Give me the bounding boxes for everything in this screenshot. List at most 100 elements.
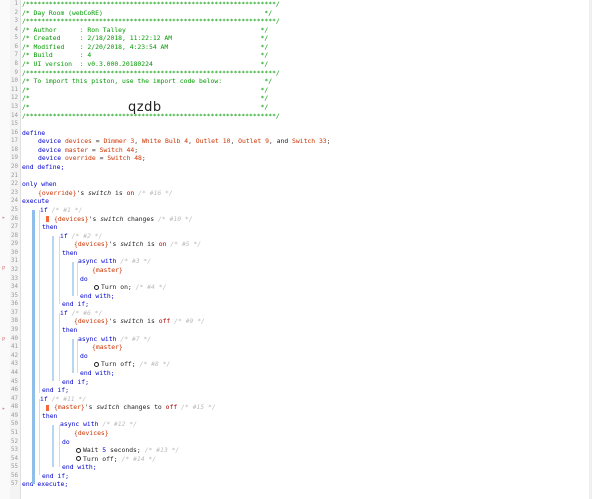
turn-off-14[interactable]: Turn off; /* #14 */: [76, 455, 156, 464]
devices-ref: {devices}: [74, 429, 109, 437]
switch-attribute: switch: [88, 188, 112, 197]
async-with-7[interactable]: async with /* #7 */: [78, 335, 151, 344]
then-1[interactable]: then: [42, 223, 57, 232]
do-7[interactable]: do: [80, 352, 88, 361]
wait-command: Wait: [83, 446, 99, 455]
gutter-mark-24: ▸: [2, 215, 6, 221]
then-6-bar: [72, 339, 74, 373]
if-keyword: if: [60, 231, 68, 240]
line-number: 28: [11, 232, 18, 239]
if-6[interactable]: if /* #6 */: [60, 309, 102, 318]
line-number: 17: [11, 138, 18, 145]
end-execute[interactable]: end execute;: [22, 480, 68, 489]
do-12[interactable]: do: [62, 438, 70, 447]
comment-1: /* #1 */: [51, 205, 83, 214]
device-devices-line[interactable]: device devices = Dimmer 3, White Bulb 4,…: [38, 137, 331, 146]
header-title: /* Day Room (webCoRE) */: [22, 8, 273, 17]
device-switch-33[interactable]: Switch 33: [292, 137, 327, 145]
with-master[interactable]: {master}: [92, 266, 123, 275]
equals-op: =: [95, 154, 108, 163]
line-number: 12: [11, 95, 18, 102]
if-11[interactable]: if /* #11 */: [40, 395, 86, 404]
device-master-line[interactable]: device master = Switch 44;: [38, 146, 138, 155]
device-override-line[interactable]: device override = Switch 48;: [38, 154, 146, 163]
is-op: is: [147, 240, 155, 249]
off-value: off: [158, 317, 171, 326]
do-3[interactable]: do: [80, 275, 88, 284]
line-number: 48: [11, 404, 18, 411]
device-outlet-10[interactable]: Outlet 10: [196, 137, 231, 145]
if-2-guide: [59, 236, 60, 304]
line-number: 40: [11, 335, 18, 342]
then-11[interactable]: then: [42, 412, 57, 421]
possessive: 's: [108, 317, 117, 326]
line-number: 15: [11, 121, 18, 128]
only-when-condition[interactable]: {override}'s switch is on /* #16 */: [38, 189, 173, 198]
end-with-12[interactable]: end with;: [62, 463, 97, 472]
variable-master: master: [64, 145, 89, 154]
then-6[interactable]: then: [62, 326, 77, 335]
condition-devices-on[interactable]: {devices}'s switch is on /* #5 */: [74, 240, 201, 249]
async-12-guide: [59, 425, 60, 467]
device-dimmer-3[interactable]: Dimmer 3: [103, 137, 134, 145]
line-number: 55: [11, 464, 18, 471]
line-number: 20: [11, 164, 18, 171]
header-ui-version: /* UI version : v0.3.000.20180224 */: [22, 60, 269, 69]
turn-off-8[interactable]: Turn off; /* #8 */: [94, 360, 170, 369]
header-import-note: /* To import this piston, use the import…: [22, 77, 273, 86]
condition-devices-off[interactable]: {devices}'s switch is off /* #9 */: [74, 317, 205, 326]
line-number: 9: [14, 69, 19, 76]
define-line[interactable]: define: [22, 129, 45, 138]
with-devices[interactable]: {devices}: [74, 429, 109, 438]
only-when-keyword[interactable]: only when: [22, 180, 57, 189]
line-number: 56: [11, 472, 18, 479]
device-switch-44[interactable]: Switch 44: [100, 146, 135, 154]
then-2[interactable]: then: [62, 249, 77, 258]
wait-13[interactable]: Wait 5 seconds; /* #13 */: [76, 446, 179, 455]
if-2[interactable]: if /* #2 */: [60, 232, 102, 241]
device-keyword: device: [38, 154, 62, 163]
line-number: 16: [11, 129, 18, 136]
master-ref: {master}: [54, 403, 85, 412]
comment-11: /* #11 */: [51, 394, 87, 403]
is-op: is: [115, 188, 123, 197]
async-with-3[interactable]: async with /* #3 */: [78, 257, 151, 266]
device-switch-48[interactable]: Switch 48: [107, 154, 142, 162]
end-define[interactable]: end define;: [22, 163, 64, 172]
condition-master-changes-to-off[interactable]: {master}'s switch changes to off /* #15 …: [54, 403, 216, 412]
line-number: 10: [11, 78, 18, 85]
import-code[interactable]: qzdb: [128, 100, 162, 115]
comment-12: /* #12 */: [102, 420, 137, 429]
equals-op: =: [91, 137, 104, 146]
end-if-11[interactable]: end if;: [42, 472, 69, 481]
line-number: 3: [14, 18, 19, 25]
condition-devices-changes[interactable]: {devices}'s switch changes /* #10 */: [54, 215, 193, 224]
turn-on-4[interactable]: Turn on; /* #4 */: [94, 283, 166, 292]
on-value: on: [158, 240, 167, 249]
header-border: /***************************************…: [22, 17, 280, 26]
async-with-12[interactable]: async with /* #12 */: [60, 420, 137, 429]
line-number: 53: [11, 447, 18, 454]
end-with-7[interactable]: end with;: [80, 369, 115, 378]
line-number: 13: [11, 103, 18, 110]
override-ref: {override}: [38, 188, 77, 197]
end-with-3[interactable]: end with;: [80, 292, 115, 301]
end-if-2[interactable]: end if;: [62, 300, 89, 309]
line-number: 46: [11, 387, 18, 394]
line-number: 30: [11, 249, 18, 256]
header-created: /* Created : 2/18/2018, 11:22:12 AM */: [22, 34, 269, 43]
device-white-bulb-4[interactable]: White Bulb 4: [142, 137, 188, 145]
end-if-1[interactable]: end if;: [42, 386, 69, 395]
code-editor: 1 2 3 4 5 6 7 8 9 10 11 12 13 14 15 16 17 18 19 20 21 22 23 24 2…: [0, 0, 592, 499]
end-if-6[interactable]: end if;: [62, 378, 89, 387]
device-outlet-9[interactable]: Outlet 9: [238, 137, 269, 145]
line-number: 1: [14, 1, 19, 7]
if-keyword: if: [60, 308, 68, 317]
line-number: 29: [11, 241, 18, 248]
gutter-mark-48: ▸: [2, 406, 6, 412]
async-with-keyword: async with: [78, 334, 117, 343]
with-master[interactable]: {master}: [92, 343, 123, 352]
comment-4: /* #4 */: [135, 283, 167, 292]
execute-keyword[interactable]: execute: [22, 197, 49, 206]
if-1[interactable]: if /* #1 */: [40, 206, 82, 215]
